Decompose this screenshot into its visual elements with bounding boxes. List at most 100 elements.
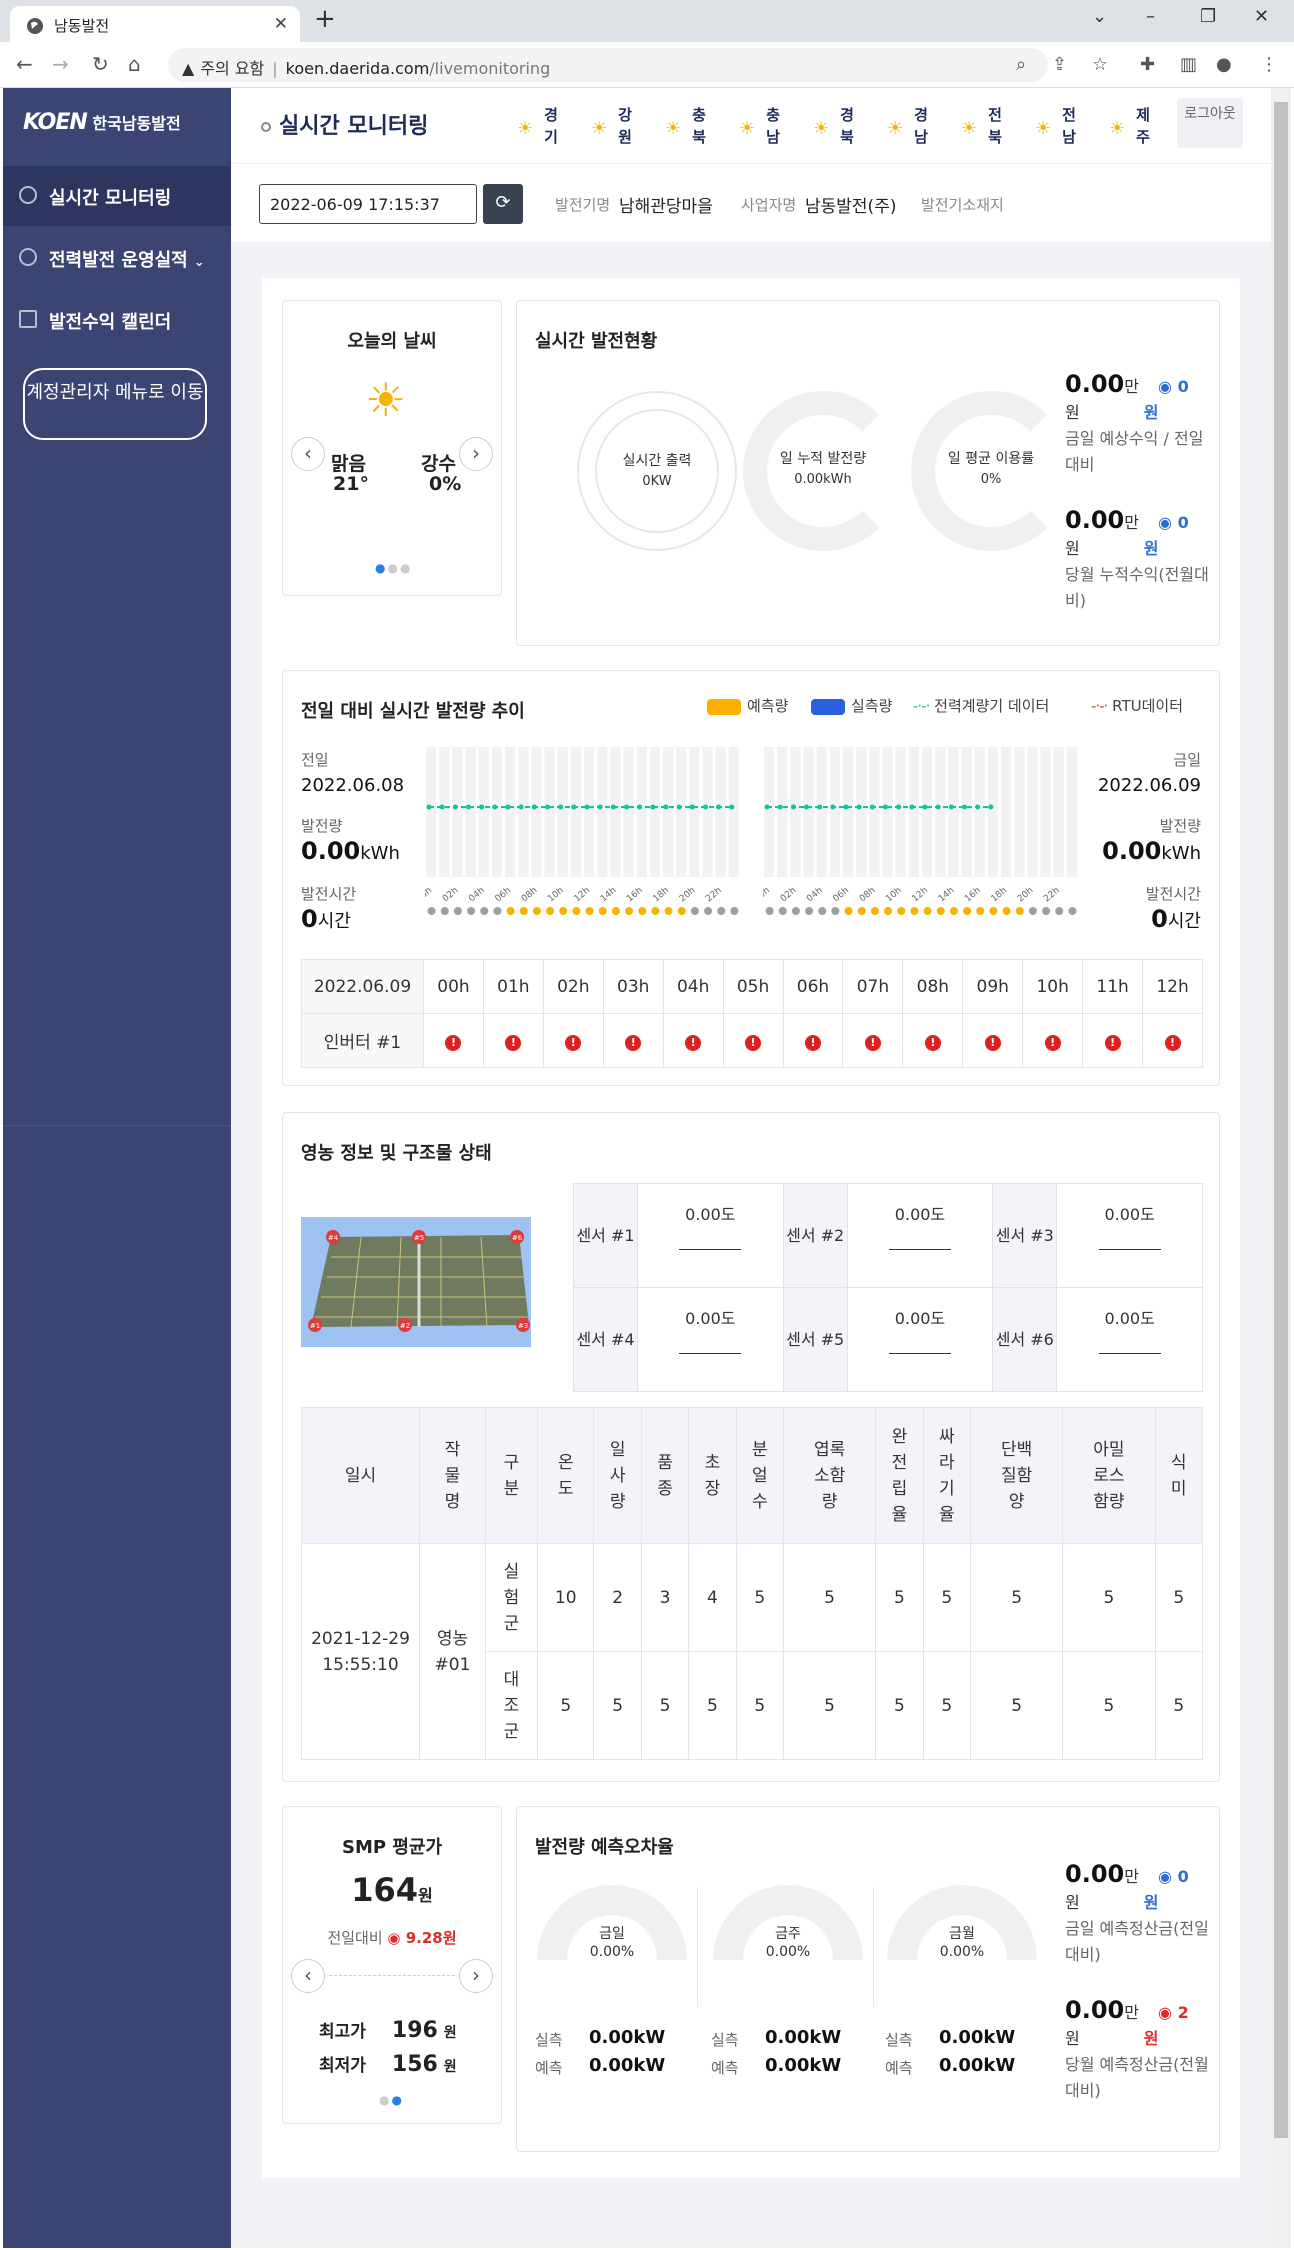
today-revenue: 0.00만 ◉ 0 원 원 금일 예상수익 / 전일대비 [1065,371,1215,478]
forward-icon[interactable]: → [52,52,69,76]
error-icon[interactable]: ! [1044,1034,1061,1051]
chart-grid-column [715,747,726,877]
table-cell: 5 [782,1651,877,1760]
hour-cell: 06h [782,959,844,1014]
sidebar-item-operation-results[interactable]: 전력발전 운영실적 ⌄ [3,228,231,288]
page-header: 실시간 모니터링 ☀ 경기 ☀ 강원 ☀ 충북 ☀ 충남 ☀ 경북 ☀ 경남 ☀ 전북 ☀ 전남… [231,88,1271,164]
weather-card: 오늘의 날씨 ☀ ‹ › 맑음 21° 강수 0% ●●● [282,300,502,596]
browser-tab[interactable]: 남동발전 ✕ [10,6,300,42]
meter-point [597,804,603,810]
weather-next-button[interactable]: › [459,437,493,471]
error-icon[interactable]: ! [804,1034,821,1051]
region-weather-chungnam[interactable]: ☀ 충남 [735,104,795,154]
error-icon[interactable]: ! [565,1034,582,1051]
error-icon[interactable]: ! [984,1034,1001,1051]
region-weather-jeonnam[interactable]: ☀ 전남 [1031,104,1091,154]
account-manager-button[interactable]: 계정관리자 메뉴로 이동 [23,368,207,440]
sensor-name: 센서 #2 [782,1183,848,1288]
region-label: 충북 [692,106,706,146]
smp-prev-button[interactable]: ‹ [291,1959,325,1993]
error-icon[interactable]: ! [924,1034,941,1051]
home-icon[interactable]: ⌂ [128,52,141,76]
error-icon[interactable]: ! [745,1034,762,1051]
meter-point [518,804,524,810]
sun-icon [949,907,958,915]
page-scrollbar[interactable] [1271,88,1291,2248]
error-icon[interactable]: ! [505,1034,522,1051]
prev-time-value: 0시간 [301,905,351,933]
col-header: 품종 [640,1407,690,1544]
restore-icon[interactable]: ❐ [1200,6,1216,27]
weather-pagination[interactable]: ●●● [375,561,412,575]
meter-point [610,804,616,810]
chart-grid-column [649,747,660,877]
error-icon[interactable]: ! [445,1034,462,1051]
forecast-label: 예측 [711,2059,739,2077]
region-weather-gyeongnam[interactable]: ☀ 경남 [883,104,943,154]
calendar-icon [19,310,37,328]
browser-menu-icon[interactable]: ⋮ [1260,54,1278,75]
money-diff: ◉ 0 [1158,377,1189,396]
smp-next-button[interactable]: › [459,1959,493,1993]
weather-prev-button[interactable]: ‹ [291,437,325,471]
chart-grid-column [505,747,516,877]
extensions-icon[interactable]: ✚ [1140,54,1155,75]
error-icon[interactable]: ! [864,1034,881,1051]
error-icon[interactable]: ! [685,1034,702,1051]
money-desc: 금일 예측정산금(전일대비) [1065,1919,1209,1964]
sun-icon [677,907,686,915]
meter-point [466,804,471,810]
region-weather-gangwon[interactable]: ☀ 강원 [587,104,647,154]
smp-pagination[interactable]: ●● [379,2093,404,2107]
scrollbar-thumb[interactable] [1274,102,1288,2138]
weather-condition: 맑음 [331,453,366,475]
bookmark-star-icon[interactable]: ☆ [1092,54,1108,75]
sun-cloud-icon: ☀ [961,118,978,139]
error-icon[interactable]: ! [1104,1034,1121,1051]
region-weather-gyeonggi[interactable]: ☀ 경기 [513,104,573,154]
window-close-icon[interactable]: ✕ [1254,6,1269,27]
table-cell: 5 [536,1651,595,1760]
col-header: 싸라기율 [922,1407,971,1544]
table-cell: 3 [640,1543,690,1652]
koen-logo[interactable]: KOEN 한국남동발전 [23,110,181,135]
chart-grid-column [869,747,880,877]
region-weather-jeju[interactable]: ☀ 제주 [1105,104,1165,154]
region-weather-gyeongbuk[interactable]: ☀ 경북 [809,104,869,154]
meter-point [716,804,722,810]
chart-grid-column [1040,747,1051,877]
profile-icon[interactable]: ● [1216,54,1232,75]
url-bar[interactable]: ▲ 주의 요함 | koen.daerida.com/livemonitoring [168,48,1048,82]
money-unit2: 원 [1065,1893,1080,1912]
forecast-label: 예측 [885,2059,913,2077]
tab-search-icon[interactable]: ⌄ [1092,6,1107,27]
table-cell: 5 [782,1543,877,1652]
chart-grid-column [816,747,827,877]
money-value: 0.00 [1065,1860,1125,1888]
error-icon[interactable]: ! [625,1034,642,1051]
logout-button[interactable]: 로그아웃 [1177,98,1243,148]
new-tab-icon[interactable]: + [314,4,336,34]
meter-point [804,804,809,810]
col-header: 식미 [1154,1407,1203,1544]
x-tick-label: 04h [467,886,487,905]
meter-point [896,804,902,810]
share-icon[interactable]: ⇪ [1052,54,1067,75]
back-icon[interactable]: ← [16,52,33,76]
sidebar-item-revenue-calendar[interactable]: 발전수익 캘린더 [3,290,231,350]
meter-point [545,804,550,810]
prev-day-label: 전일 [301,751,329,769]
browser-tab-bar: 남동발전 ✕ + ⌄ – ❐ ✕ [0,0,1294,42]
zoom-icon[interactable]: ⌕ [1016,54,1026,75]
close-tab-icon[interactable]: ✕ [274,14,288,34]
region-weather-chungbuk[interactable]: ☀ 충북 [661,104,721,154]
side-panel-icon[interactable]: ▥ [1180,54,1197,75]
refresh-button[interactable]: ⟳ [483,184,523,224]
chart-grid-column [1014,747,1025,877]
reload-icon[interactable]: ↻ [92,52,109,76]
sidebar-item-live-monitoring[interactable]: 실시간 모니터링 [3,166,231,226]
region-weather-jeonbuk[interactable]: ☀ 전북 [957,104,1017,154]
datetime-input[interactable]: 2022-06-09 17:15:37 [259,184,477,224]
error-icon[interactable]: ! [1164,1034,1181,1051]
minimize-icon[interactable]: – [1146,6,1155,27]
